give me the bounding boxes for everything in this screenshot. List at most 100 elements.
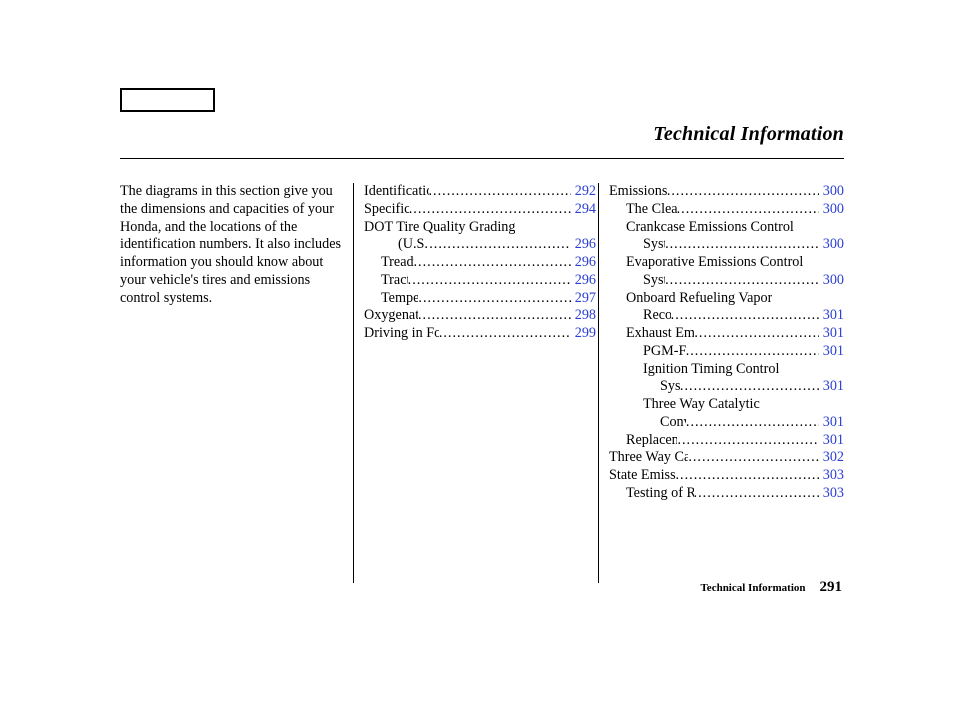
toc-page-link[interactable]: 301 (819, 325, 844, 343)
toc-label: Replacement Parts (626, 432, 677, 450)
toc-page-link[interactable]: 303 (819, 467, 844, 485)
toc-leader (418, 307, 571, 325)
toc-page-link[interactable]: 292 (571, 183, 596, 201)
toc-page-link[interactable]: 301 (819, 343, 844, 361)
columns: The diagrams in this section give you th… (120, 159, 844, 583)
toc-label: Driving in Foreign Countries (364, 325, 439, 343)
toc-entry[interactable]: System 300 (609, 236, 844, 254)
column-toc-2: Emissions Controls 300 The Clean Air Act 30… (599, 183, 844, 583)
toc-entry[interactable]: Converter301 (609, 414, 844, 432)
toc-page-link[interactable]: 300 (819, 183, 844, 201)
toc-entry[interactable]: Oxygenated Fuels 298 (364, 307, 596, 325)
toc-entry: Evaporative Emissions Control (609, 254, 844, 272)
toc-label: (U.S. Cars) (398, 236, 429, 254)
title-row: Technical Information (120, 85, 844, 159)
toc-label: Three Way Catalytic (643, 396, 760, 414)
toc-entry[interactable]: (U.S. Cars) 296 (364, 236, 596, 254)
toc-leader (688, 449, 818, 467)
toc-entry[interactable]: PGM-FI System 301 (609, 343, 844, 361)
toc-leader (414, 254, 571, 272)
toc-label: System (643, 236, 665, 254)
toc-label: DOT Tire Quality Grading (364, 219, 515, 237)
toc-leader (694, 325, 818, 343)
toc-label: Temperature (381, 290, 418, 308)
toc-page-link[interactable]: 296 (571, 254, 596, 272)
toc-page-link[interactable]: 301 (819, 378, 844, 396)
toc-entry[interactable]: Emissions Controls 300 (609, 183, 844, 201)
toc-leader (686, 414, 819, 432)
toc-entry[interactable]: Traction 296 (364, 272, 596, 290)
column-intro: The diagrams in this section give you th… (120, 183, 354, 583)
intro-paragraph: The diagrams in this section give you th… (120, 183, 351, 307)
toc-leader (418, 290, 570, 308)
toc-leader (667, 183, 819, 201)
toc-label: The Clean Air Act (626, 201, 677, 219)
toc-page-link[interactable]: 298 (571, 307, 596, 325)
toc-page-link[interactable]: 301 (819, 307, 844, 325)
toc-entry[interactable]: Treadwear 296 (364, 254, 596, 272)
toc-page-link[interactable]: 302 (819, 449, 844, 467)
toc-label: Crankcase Emissions Control (626, 219, 794, 237)
toc-label: Ignition Timing Control (643, 361, 779, 379)
toc-leader (677, 432, 818, 450)
toc-label: Recovery (643, 307, 671, 325)
toc-entry[interactable]: Three Way Catalytic Converter 302 (609, 449, 844, 467)
toc-label: State Emissions Testing (609, 467, 676, 485)
toc-entry[interactable]: Testing of Readiness Codes 303 (609, 485, 844, 503)
toc-page-link[interactable]: 300 (819, 201, 844, 219)
toc-entry[interactable]: System301 (609, 378, 844, 396)
toc-entry[interactable]: Exhaust Emissions Controls301 (609, 325, 844, 343)
toc-label: Emissions Controls (609, 183, 667, 201)
toc-entry[interactable]: Identification Numbers292 (364, 183, 596, 201)
toc-entry[interactable]: The Clean Air Act 300 (609, 201, 844, 219)
toc-label: Specifications (364, 201, 409, 219)
toc-leader (429, 236, 570, 254)
toc-page-link[interactable]: 294 (571, 201, 596, 219)
toc-leader (677, 201, 819, 219)
toc-entry[interactable]: Driving in Foreign Countries 299 (364, 325, 596, 343)
toc-entry: Crankcase Emissions Control (609, 219, 844, 237)
toc-leader (686, 343, 819, 361)
toc-entry: Three Way Catalytic (609, 396, 844, 414)
toc-entry[interactable]: Replacement Parts 301 (609, 432, 844, 450)
toc-page-link[interactable]: 301 (819, 414, 844, 432)
toc-page-link[interactable]: 300 (819, 272, 844, 290)
toc-label: System (643, 272, 665, 290)
toc-leader (676, 467, 819, 485)
column-toc-1: Identification Numbers292Specifications 2… (354, 183, 599, 583)
toc-entry[interactable]: Recovery 301 (609, 307, 844, 325)
toc-label: PGM-FI System (643, 343, 686, 361)
toc-page-link[interactable]: 299 (571, 325, 596, 343)
toc-entry[interactable]: Temperature 297 (364, 290, 596, 308)
toc-label: Traction (381, 272, 408, 290)
toc-page-link[interactable]: 297 (571, 290, 596, 308)
toc-leader (409, 201, 571, 219)
toc-leader (665, 236, 819, 254)
page-container: Technical Information The diagrams in th… (0, 0, 954, 710)
toc-page-link[interactable]: 296 (571, 236, 596, 254)
toc-label: Testing of Readiness Codes (626, 485, 694, 503)
footer-page-number: 291 (820, 579, 843, 596)
toc-leader (429, 183, 571, 201)
toc-label: Three Way Catalytic Converter (609, 449, 688, 467)
toc-label: Oxygenated Fuels (364, 307, 418, 325)
toc-leader (671, 307, 819, 325)
toc-entry[interactable]: State Emissions Testing 303 (609, 467, 844, 485)
toc-entry[interactable]: System 300 (609, 272, 844, 290)
toc-page-link[interactable]: 301 (819, 432, 844, 450)
toc-label: Treadwear (381, 254, 414, 272)
toc-page-link[interactable]: 296 (571, 272, 596, 290)
toc-leader (408, 272, 571, 290)
toc-entry[interactable]: Specifications 294 (364, 201, 596, 219)
footer: Technical Information 291 (700, 579, 842, 596)
footer-section-label: Technical Information (700, 582, 805, 594)
toc-entry: DOT Tire Quality Grading (364, 219, 596, 237)
toc-page-link[interactable]: 303 (819, 485, 844, 503)
page-title: Technical Information (653, 123, 844, 146)
toc-entry: Onboard Refueling Vapor (609, 290, 844, 308)
toc-page-link[interactable]: 300 (819, 236, 844, 254)
toc-label: Evaporative Emissions Control (626, 254, 803, 272)
toc-label: Onboard Refueling Vapor (626, 290, 772, 308)
toc-leader (694, 485, 819, 503)
toc-leader (439, 325, 571, 343)
